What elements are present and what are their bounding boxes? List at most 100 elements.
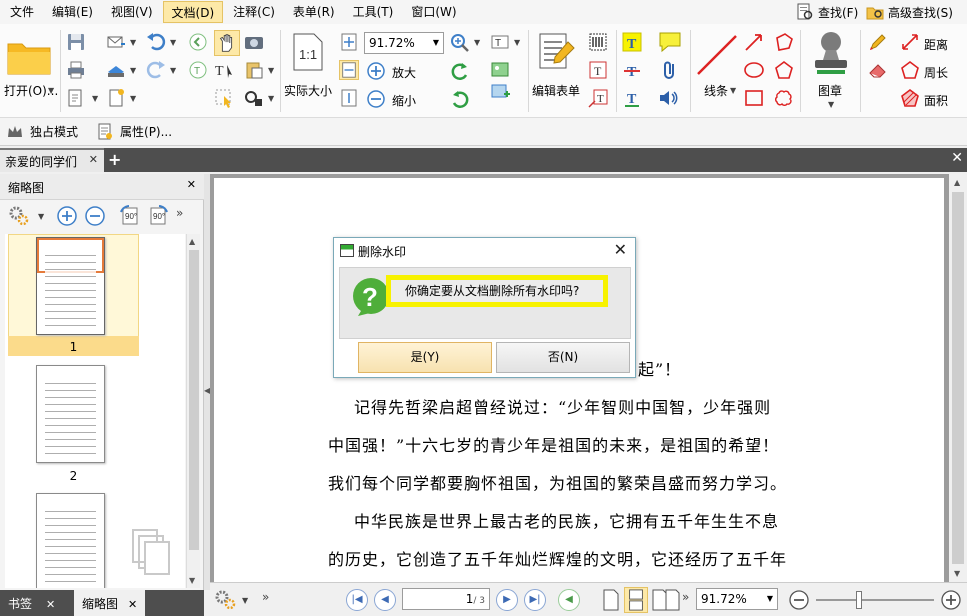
menu-document[interactable]: 文档(D) (162, 1, 224, 23)
menu-window[interactable]: 窗口(W) (403, 1, 464, 23)
menu-edit[interactable]: 编辑(E) (44, 1, 101, 23)
no-button[interactable]: 否(N) (496, 342, 630, 373)
shrink-thumbnail-icon[interactable] (84, 205, 106, 227)
close-bookmarks-icon[interactable]: ✕ (46, 598, 55, 611)
distance-label[interactable]: 距离 (924, 36, 948, 53)
document-tab[interactable]: 亲爱的同学们 ✕ (0, 148, 104, 172)
cloud-tool-icon[interactable] (774, 88, 794, 108)
doc-dropdown-caret[interactable]: ▼ (92, 94, 98, 103)
dialog-close-icon[interactable]: ✕ (614, 240, 627, 259)
status-settings-icon[interactable] (214, 589, 238, 611)
zoom-dropdown-caret[interactable]: ▼ (433, 38, 439, 47)
line-label[interactable]: 线条 (704, 82, 728, 99)
fit-width-icon[interactable] (339, 60, 359, 80)
scroll-up-icon[interactable]: ▲ (189, 237, 195, 246)
callout-icon[interactable]: T (588, 88, 608, 108)
text-box-icon[interactable]: T (588, 60, 608, 80)
line-tool-icon[interactable] (694, 32, 740, 78)
actual-size-label[interactable]: 实际大小 (284, 82, 332, 99)
email-dropdown-caret[interactable]: ▼ (130, 38, 136, 47)
status-zoom-combobox[interactable]: 91.72% ▼ (696, 588, 778, 610)
enlarge-thumbnail-icon[interactable] (56, 205, 78, 227)
underline-icon[interactable]: T (622, 88, 642, 108)
rotate-left-icon[interactable] (450, 61, 470, 81)
document-properties-icon[interactable] (66, 88, 86, 108)
menu-tools[interactable]: 工具(T) (345, 1, 402, 23)
page-number-input[interactable]: 1/ 3 (402, 588, 490, 610)
new-dropdown-caret[interactable]: ▼ (130, 94, 136, 103)
more-tools-icon[interactable]: » (176, 206, 183, 220)
zoom-out-label[interactable]: 缩小 (392, 92, 416, 109)
attachment-icon[interactable] (660, 60, 680, 80)
rotate-page-right-icon[interactable]: 90° (146, 204, 170, 228)
paste-icon[interactable] (244, 60, 264, 80)
previous-page-button[interactable]: ◀ (374, 589, 396, 611)
status-zoom-in-icon[interactable] (940, 589, 962, 611)
zoom-search-icon[interactable] (450, 33, 470, 53)
edit-form-icon[interactable] (534, 32, 580, 72)
distance-icon[interactable] (900, 32, 920, 52)
thumbnail-page-1[interactable] (36, 237, 105, 335)
yes-button[interactable]: 是(Y) (358, 342, 492, 373)
hand-tool-icon[interactable] (214, 30, 240, 56)
new-document-icon[interactable] (106, 88, 126, 108)
stamp-label[interactable]: 图章 (818, 82, 842, 99)
select-text-icon[interactable]: T (214, 60, 234, 80)
save-icon[interactable] (66, 32, 86, 52)
stamp-dropdown-caret[interactable]: ▼ (828, 100, 834, 109)
first-page-button[interactable]: |◀ (346, 589, 368, 611)
scroll-down-icon[interactable]: ▼ (189, 576, 195, 585)
status-zoom-out-icon[interactable] (788, 589, 810, 611)
paste-dropdown-caret[interactable]: ▼ (268, 66, 274, 75)
search-button[interactable]: 查找(F) (796, 0, 858, 24)
scrollbar-thumb[interactable] (189, 250, 199, 550)
perimeter-icon[interactable] (900, 60, 920, 80)
line-dropdown-caret[interactable]: ▼ (730, 86, 736, 95)
thumbnail-page-3[interactable] (36, 493, 105, 588)
document-scrollbar[interactable]: ▲ ▼ (949, 174, 967, 582)
status-zoom-caret[interactable]: ▼ (767, 589, 773, 609)
area-label[interactable]: 面积 (924, 92, 948, 109)
snapshot-icon[interactable] (244, 32, 264, 52)
add-image-icon[interactable] (490, 82, 510, 102)
exclusive-mode-button[interactable]: 独占模式 (6, 123, 78, 141)
select-annotation-icon[interactable] (214, 88, 234, 108)
rectangle-tool-icon[interactable] (744, 88, 764, 108)
edit-form-label[interactable]: 编辑表单 (532, 82, 580, 99)
close-thumbnails-icon[interactable]: ✕ (128, 598, 137, 611)
menu-view[interactable]: 视图(V) (103, 1, 161, 23)
doc-scroll-down-icon[interactable]: ▼ (954, 569, 960, 578)
continuous-page-icon[interactable] (624, 587, 648, 613)
settings-gear-icon[interactable] (8, 205, 30, 227)
last-page-button[interactable]: ▶| (524, 589, 546, 611)
barcode-icon[interactable] (588, 32, 608, 52)
zoom-in-label[interactable]: 放大 (392, 64, 416, 81)
menu-comment[interactable]: 注释(C) (225, 1, 283, 23)
sound-icon[interactable] (658, 88, 678, 108)
facing-pages-icon[interactable] (652, 589, 680, 611)
highlight-text-icon[interactable]: T (622, 32, 642, 52)
find-replace-icon[interactable] (244, 88, 264, 108)
doc-scrollbar-thumb[interactable] (952, 192, 964, 564)
area-icon[interactable] (900, 88, 920, 108)
status-more-icon[interactable]: » (262, 590, 269, 604)
open-dropdown-caret[interactable]: ▼ (48, 86, 54, 95)
eraser-icon[interactable] (868, 60, 888, 80)
fit-page-icon[interactable] (339, 32, 359, 52)
scan-dropdown-caret[interactable]: ▼ (130, 66, 136, 75)
menu-file[interactable]: 文件 (2, 1, 42, 23)
print-icon[interactable] (66, 60, 86, 80)
pentagon-tool-icon[interactable] (774, 60, 794, 80)
text-field-caret[interactable]: ▼ (514, 38, 520, 47)
note-icon[interactable] (658, 30, 682, 54)
status-settings-caret[interactable]: ▼ (242, 596, 248, 605)
image-annotation-icon[interactable] (490, 60, 510, 80)
rotate-page-left-icon[interactable]: 90° (118, 204, 142, 228)
thumbnail-scrollbar[interactable]: ▲ ▼ (186, 234, 200, 588)
strikeout-icon[interactable]: T (622, 60, 642, 80)
add-tab-icon[interactable]: + (108, 150, 121, 169)
arrow-tool-icon[interactable] (744, 32, 764, 52)
single-page-icon[interactable] (602, 589, 620, 611)
text-field-icon[interactable]: T (490, 32, 510, 52)
scan-icon[interactable] (106, 60, 126, 80)
